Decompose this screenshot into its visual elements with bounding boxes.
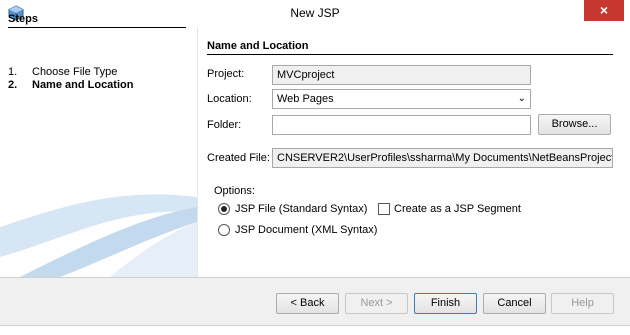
location-value: Web Pages <box>277 93 334 105</box>
step-number: 1. <box>8 66 18 78</box>
cancel-button[interactable]: Cancel <box>483 293 546 314</box>
options-label: Options: <box>214 185 255 197</box>
jsp-document-radio-label[interactable]: JSP Document (XML Syntax) <box>235 224 377 236</box>
section-title: Name and Location <box>207 40 309 52</box>
title-bar: New JSP × <box>0 0 630 27</box>
jsp-file-radio-label[interactable]: JSP File (Standard Syntax) <box>235 203 367 215</box>
step-label: Name and Location <box>32 79 134 91</box>
jsp-segment-checkbox[interactable] <box>378 203 390 215</box>
created-file-field[interactable]: CNSERVER2\UserProfiles\ssharma\My Docume… <box>272 148 613 168</box>
section-divider <box>207 54 613 55</box>
close-button[interactable]: × <box>584 0 624 21</box>
window-title: New JSP <box>290 6 340 20</box>
footer-divider <box>0 277 630 278</box>
jsp-segment-checkbox-label[interactable]: Create as a JSP Segment <box>394 203 521 215</box>
location-dropdown[interactable]: Web Pages ⌄ <box>272 89 531 109</box>
steps-panel <box>0 27 197 277</box>
back-button[interactable]: < Back <box>276 293 339 314</box>
chevron-down-icon: ⌄ <box>517 93 526 104</box>
step-number: 2. <box>8 79 18 91</box>
help-button[interactable]: Help <box>551 293 614 314</box>
radio-selected-dot <box>221 206 227 212</box>
step-label: Choose File Type <box>32 66 118 78</box>
jsp-document-radio[interactable] <box>218 224 230 236</box>
finish-button[interactable]: Finish <box>414 293 477 314</box>
created-file-label: Created File: <box>207 152 270 164</box>
steps-title: Steps <box>8 13 38 25</box>
folder-label: Folder: <box>207 119 242 131</box>
wizard-swoosh-graphic <box>0 194 197 277</box>
steps-divider <box>8 27 186 28</box>
folder-input[interactable] <box>272 115 531 135</box>
project-label: Project: <box>207 68 245 80</box>
project-field[interactable]: MVCproject <box>272 65 531 85</box>
close-icon: × <box>599 2 609 18</box>
jsp-file-radio[interactable] <box>218 203 230 215</box>
step-name-and-location: 2. Name and Location <box>8 79 133 91</box>
location-label: Location: <box>207 93 252 105</box>
panel-divider <box>197 27 198 277</box>
next-button[interactable]: Next > <box>345 293 408 314</box>
browse-button[interactable]: Browse... <box>538 114 611 135</box>
step-choose-file-type: 1. Choose File Type <box>8 66 117 78</box>
window-bottom-strip <box>0 325 630 335</box>
